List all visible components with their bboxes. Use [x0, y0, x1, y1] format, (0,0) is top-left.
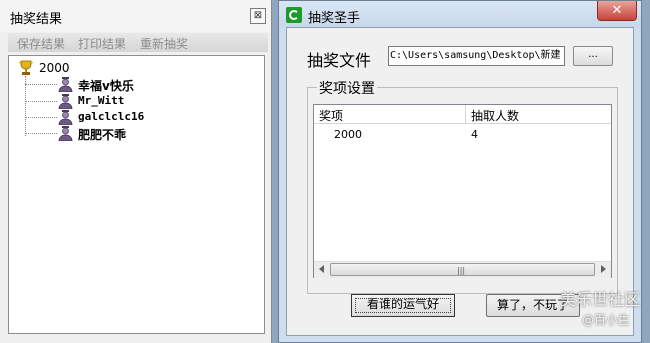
- column-header-prize[interactable]: 奖项: [319, 107, 343, 124]
- app-refresh-icon: [286, 7, 302, 23]
- results-menubar: 保存结果 打印结果 重新抽奖: [8, 33, 268, 52]
- table-header: 奖项 抽取人数: [314, 105, 611, 124]
- scroll-grip-icon: |||: [457, 266, 466, 275]
- person-icon: [58, 94, 73, 109]
- tree-branch: [25, 117, 57, 118]
- tree-node-label: 幸福v快乐: [78, 79, 134, 93]
- horizontal-scrollbar[interactable]: |||: [314, 261, 611, 278]
- tree-branch: [25, 101, 57, 102]
- scroll-left-arrow-icon[interactable]: [319, 265, 324, 273]
- focus-ring: [355, 298, 451, 313]
- file-path-field[interactable]: C:\Users\samsung\Desktop\新建: [388, 46, 565, 66]
- tree-branch: [25, 133, 57, 134]
- tree-node-label: galclclc16: [78, 110, 145, 123]
- prize-settings-label: 奖项设置: [317, 78, 377, 98]
- results-window-title: 抽奖结果: [10, 12, 63, 27]
- browse-button[interactable]: ...: [573, 46, 613, 66]
- person-icon: [58, 77, 73, 92]
- tree-node-label: 肥肥不乖: [78, 128, 127, 142]
- scroll-thumb[interactable]: |||: [330, 263, 595, 276]
- file-label: 抽奖文件: [307, 51, 372, 70]
- menu-save-results[interactable]: 保存结果: [17, 35, 65, 52]
- main-titlebar: 抽奖圣手 ✕: [279, 1, 641, 27]
- column-separator[interactable]: [465, 105, 466, 123]
- tree-node-label: Mr_Witt: [78, 94, 125, 107]
- row-count-cell[interactable]: 4: [471, 128, 478, 141]
- results-close-button[interactable]: ⊠: [250, 8, 266, 24]
- prize-table[interactable]: 奖项 抽取人数 2000 4 |||: [313, 104, 612, 278]
- results-window: 抽奖结果 ⊠ 保存结果 打印结果 重新抽奖 2000 幸福v快乐 Mr_Witt…: [0, 0, 272, 343]
- scroll-right-arrow-icon[interactable]: [601, 265, 606, 273]
- tree-connector: [25, 76, 26, 136]
- menu-redraw[interactable]: 重新抽奖: [140, 35, 188, 52]
- column-header-count[interactable]: 抽取人数: [471, 107, 519, 124]
- tree-branch: [25, 84, 57, 85]
- person-icon: [58, 126, 73, 141]
- results-titlebar: 抽奖结果 ⊠: [0, 0, 271, 32]
- watermark-author: @百小生: [582, 313, 631, 327]
- draw-button[interactable]: 看谁的运气好: [351, 294, 455, 317]
- row-prize-cell[interactable]: 2000: [334, 128, 362, 141]
- tree-root-label: 2000: [39, 61, 70, 75]
- menu-print-results[interactable]: 打印结果: [78, 35, 126, 52]
- main-close-button[interactable]: ✕: [597, 1, 637, 21]
- trophy-icon: [19, 60, 33, 75]
- results-tree[interactable]: 2000 幸福v快乐 Mr_Witt galclclc16 肥肥不乖: [8, 55, 265, 334]
- main-window-title: 抽奖圣手: [308, 11, 361, 26]
- watermark-text: 美乐世社区: [560, 290, 641, 309]
- person-icon: [58, 110, 73, 125]
